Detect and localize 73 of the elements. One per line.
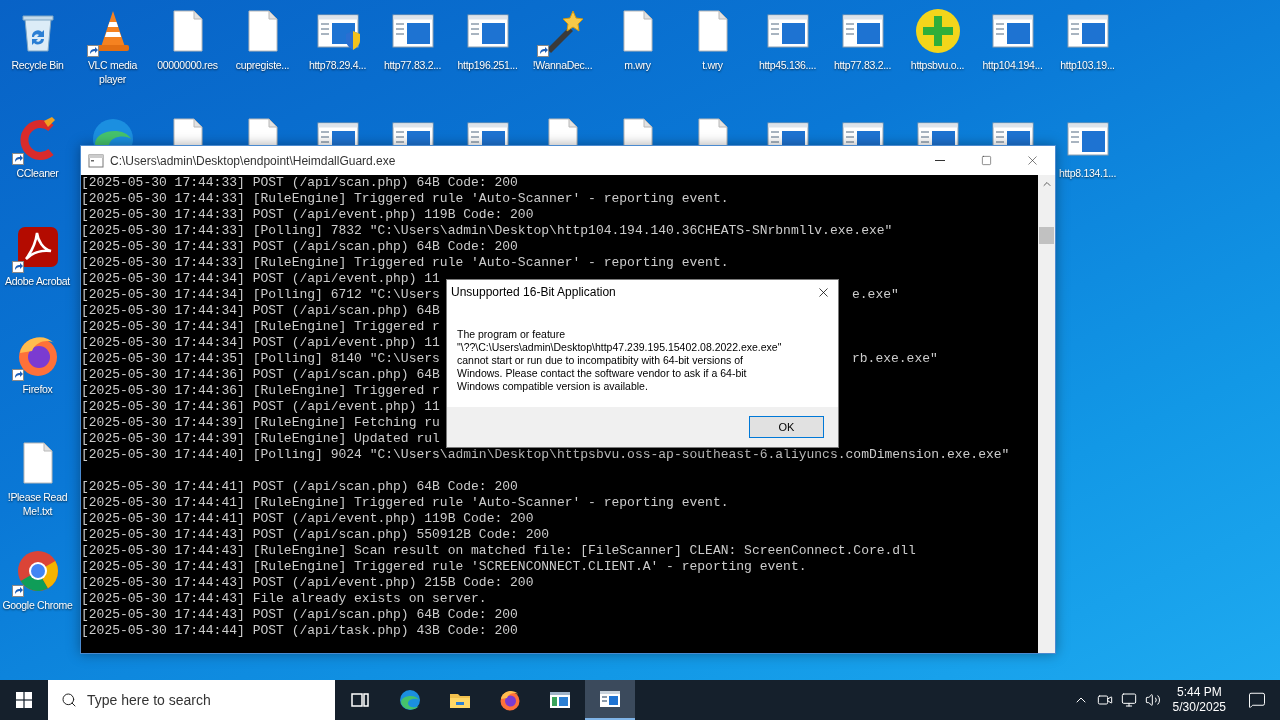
log-line: [2025-05-30 17:44:34] POST (/api/event.php) 11 [81, 271, 440, 286]
icon-label: http196.251... [456, 58, 519, 72]
maximize-icon [980, 155, 992, 166]
ok-button[interactable]: OK [749, 416, 824, 438]
icon-label: Google Chrome [1, 598, 74, 612]
icon-label: http104.194... [981, 58, 1044, 72]
log-line: [2025-05-30 17:44:33] [RuleEngine] Triggered rule 'Auto-Scanner' - reporting event. [81, 191, 729, 206]
icon-label: http78.29.4... [307, 58, 368, 72]
window-title: C:\Users\admin\Desktop\endpoint\HeimdallGuard.exe [110, 152, 396, 170]
clock-date[interactable]: 5/30/2025 [1172, 700, 1226, 715]
log-line: [2025-05-30 17:44:33] [Polling] 7832 "C:\Users\admin\Desktop\http104.194.140.36CHEATS-SNrbnmllv.exe.exe" [81, 223, 893, 238]
log-line: [2025-05-30 17:44:33] [RuleEngine] Triggered rule 'Auto-Scanner' - reporting event. [81, 255, 729, 270]
log-line: [2025-05-30 17:44:36] [RuleEngine] Triggered r [81, 383, 440, 398]
log-line: [2025-05-30 17:44:33] POST (/api/scan.php) 64B Code: 200 [81, 239, 518, 254]
log-line: [2025-05-30 17:44:41] POST (/api/event.php) 119B Code: 200 [81, 511, 534, 526]
log-line: [2025-05-30 17:44:33] POST (/api/scan.php) 64B Code: 200 [81, 175, 518, 190]
icon-label: CCleaner [15, 166, 60, 180]
network-icon[interactable] [1120, 692, 1137, 708]
icon-label: !WannaDec... [531, 58, 594, 72]
log-line: [2025-05-30 17:44:41] [RuleEngine] Triggered rule 'Auto-Scanner' - reporting event. [81, 495, 729, 510]
console-taskbar-button[interactable] [585, 680, 635, 720]
icon-label: http77.83.2... [382, 58, 443, 72]
log-line: [2025-05-30 17:44:36] POST (/api/scan.php) 64B [81, 367, 440, 382]
speaker-icon[interactable] [1144, 692, 1161, 708]
icon-label: http77.83.2... [832, 58, 893, 72]
icon-label: Adobe Acrobat [4, 274, 71, 288]
log-line: [2025-05-30 17:44:40] [Polling] 9024 "C:\Users\admin\Desktop\httpsbvu.oss-ap-southeast-6.aliyuncs.comDimension.exe.exe" [81, 447, 1010, 462]
log-line: [2025-05-30 17:44:35] [Polling] 8140 "C:\Users [81, 351, 440, 366]
notification-icon[interactable] [1248, 691, 1266, 709]
icon-label: Recycle Bin [10, 58, 65, 72]
icon-label: http8.134.1... [1057, 166, 1118, 180]
search-icon [61, 692, 77, 708]
log-line: [2025-05-30 17:44:43] POST (/api/event.php) 215B Code: 200 [81, 575, 534, 590]
log-line: [2025-05-30 17:44:39] [RuleEngine] Updated rul [81, 431, 440, 446]
icon-label: http45.136.... [757, 58, 818, 72]
dialog-message: The program or feature "\??\C:\Users\admin\Desktop\http47.239.195.15402.08.2022.exe.exe" cannot start or run due to incompatibity with 64-bit versions of Windows. Please contact the software vendor to ask if a 64-bit Windows compatible version is available. [456, 328, 783, 393]
console-app-icon [88, 152, 104, 169]
log-line: [2025-05-30 17:44:43] [RuleEngine] Scan result on matched file: [FileScanner] CLEAN: ScreenConnect.Core.dll [81, 543, 916, 558]
icon-label: !Please Read Me!.txt [6, 490, 69, 518]
log-line: [2025-05-30 17:44:33] POST (/api/event.php) 119B Code: 200 [81, 207, 534, 222]
log-line: [2025-05-30 17:44:34] POST (/api/event.php) 11 [81, 335, 440, 350]
icon-label: t.wry [701, 58, 724, 72]
icon-label: httpsbvu.o... [909, 58, 966, 72]
log-line-fragment: e.exe" [852, 287, 899, 303]
scroll-thumb[interactable] [1039, 227, 1054, 244]
icon-label: cupregiste... [234, 58, 291, 72]
icon-label: 00000000.res [156, 58, 219, 72]
icon-label: Firefox [21, 382, 54, 396]
log-line: [2025-05-30 17:44:39] [RuleEngine] Fetching ru [81, 415, 440, 430]
video-camera-icon[interactable] [1096, 692, 1113, 708]
log-line: [2025-05-30 17:44:34] [RuleEngine] Triggered r [81, 319, 440, 334]
firefox-icon [498, 688, 522, 712]
icon-label: VLC media player [86, 58, 139, 86]
scrollbar[interactable] [1038, 175, 1055, 653]
icon-label: http103.19... [1059, 58, 1116, 72]
log-line-fragment: rb.exe.exe" [852, 351, 938, 367]
log-line: [2025-05-30 17:44:34] [Polling] 6712 "C:\Users [81, 287, 440, 302]
log-line: [2025-05-30 17:44:41] POST (/api/scan.php) 64B Code: 200 [81, 479, 518, 494]
log-line: [2025-05-30 17:44:44] POST (/api/task.php) 43B Code: 200 [81, 623, 518, 638]
log-line: [2025-05-30 17:44:43] POST (/api/scan.php) 550912B Code: 200 [81, 527, 550, 542]
windows-logo-icon [16, 692, 32, 708]
edge-icon [398, 688, 422, 712]
search-field[interactable]: Type here to search [48, 680, 335, 720]
log-line: [2025-05-30 17:44:43] [RuleEngine] Triggered rule 'SCREENCONNECT.CLIENT.A' - reporting event. [81, 559, 807, 574]
plus-circle-icon[interactable] [913, 7, 962, 55]
clock-time[interactable]: 5:44 PM [1176, 685, 1222, 700]
icon-label: m.wry [623, 58, 652, 72]
log-line: [2025-05-30 17:44:43] File already exists on server. [81, 591, 487, 606]
minimize-icon [935, 160, 945, 161]
log-line: [2025-05-30 17:44:43] POST (/api/scan.php) 64B Code: 200 [81, 607, 518, 622]
log-line: [2025-05-30 17:44:36] POST (/api/event.php) 11 [81, 399, 440, 414]
dialog-title: Unsupported 16-Bit Application [451, 284, 616, 300]
log-line: [2025-05-30 17:44:34] POST (/api/scan.php) 64B [81, 303, 440, 318]
